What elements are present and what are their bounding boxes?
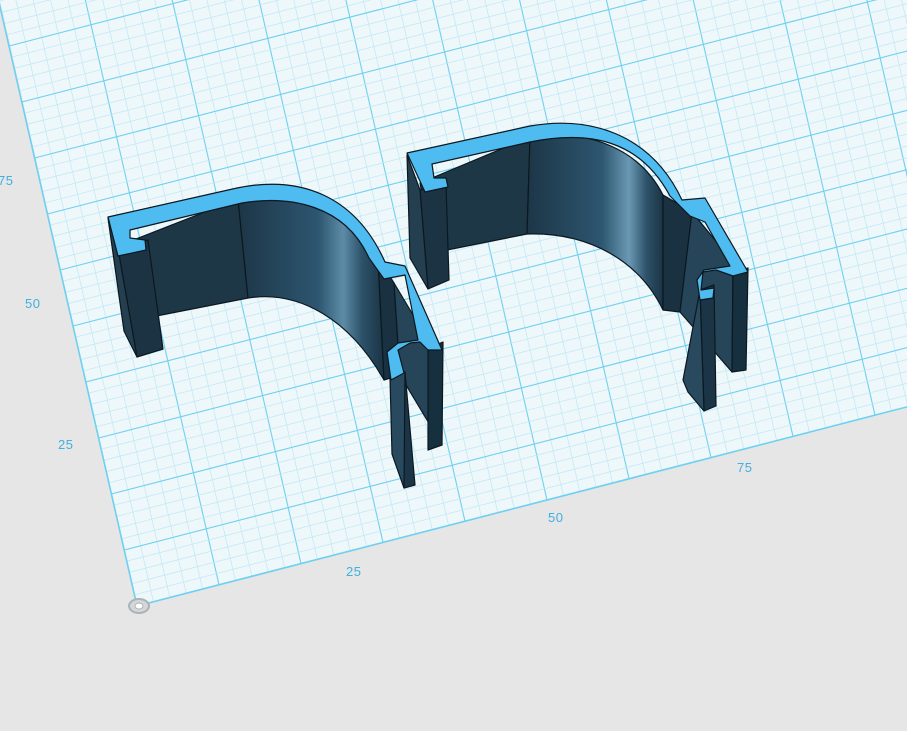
- y-axis-label-50: 50: [25, 296, 40, 311]
- 3d-viewport[interactable]: 25 50 75 25 50 75: [0, 0, 907, 731]
- y-axis-label-75: 75: [0, 173, 13, 188]
- x-axis-label-75: 75: [737, 460, 752, 475]
- x-axis-label-50: 50: [548, 510, 563, 525]
- x-axis-label-25: 25: [346, 564, 361, 579]
- y-axis-label-25: 25: [58, 437, 73, 452]
- origin-marker[interactable]: [128, 598, 150, 614]
